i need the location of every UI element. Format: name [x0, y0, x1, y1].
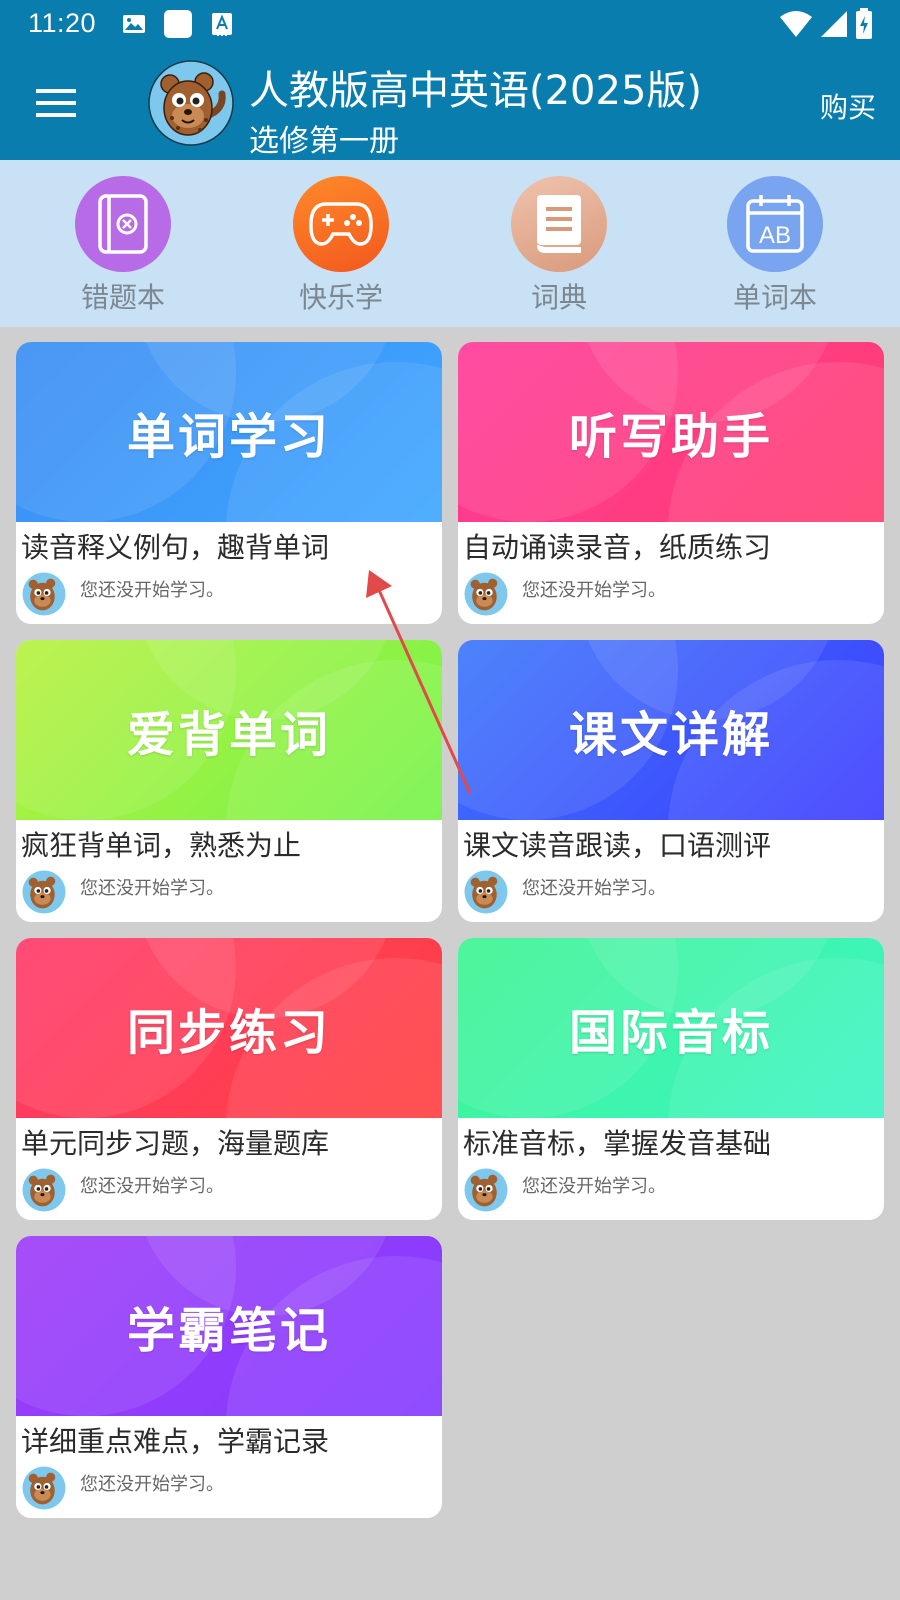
buy-button[interactable]: 购买: [820, 86, 876, 126]
module-description: 详细重点难点，学霸记录: [21, 1425, 330, 1458]
app-notification-icon: [164, 10, 192, 38]
module-description: 疯狂背单词，熟悉为止: [21, 829, 302, 862]
app-title: 人教版高中英语(2025版): [249, 68, 703, 114]
leopard-mascot-icon: [22, 1466, 66, 1510]
svg-text:AB: AB: [759, 222, 791, 249]
quick-icon-bg: AB: [727, 176, 823, 272]
quick-label: 快乐学: [298, 281, 383, 314]
quick-label: 错题本: [80, 281, 165, 314]
avatar: [464, 1168, 508, 1212]
avatar: [22, 1168, 66, 1212]
module-status: 您还没开始学习。: [522, 1176, 666, 1197]
notebook-x-icon: [98, 194, 148, 254]
app-subtitle: 选修第一册: [249, 124, 399, 159]
module-title: 课文详解: [568, 707, 773, 763]
module-description: 自动诵读录音，纸质练习: [463, 531, 772, 564]
quick-item-dictionary[interactable]: 词典: [484, 176, 634, 321]
module-title: 同步练习: [126, 1005, 331, 1061]
module-card[interactable]: 单词学习读音释义例句，趣背单词您还没开始学习。: [16, 342, 442, 624]
module-title: 学霸笔记: [126, 1303, 331, 1359]
avatar: [22, 572, 66, 616]
leopard-mascot-icon: [464, 1168, 508, 1212]
quick-item-happy-learning[interactable]: 快乐学: [266, 176, 416, 321]
module-banner: 爱背单词: [16, 640, 442, 820]
translate-notification-icon: [212, 13, 232, 36]
module-banner: 听写助手: [458, 342, 884, 522]
module-description: 读音释义例句，趣背单词: [21, 531, 330, 564]
module-title: 听写助手: [568, 409, 773, 465]
battery-charging-icon: [856, 8, 872, 39]
leopard-mascot-icon: [148, 60, 234, 146]
module-banner: 同步练习: [16, 938, 442, 1118]
quick-label: 词典: [530, 281, 587, 314]
hamburger-menu-icon: [36, 89, 76, 117]
leopard-mascot-icon: [464, 572, 508, 616]
module-banner: 课文详解: [458, 640, 884, 820]
quick-label: 单词本: [732, 281, 817, 314]
quick-item-word-book[interactable]: AB 单词本: [700, 176, 850, 321]
quick-icon-bg: [511, 176, 607, 272]
module-status: 您还没开始学习。: [522, 580, 666, 601]
leopard-mascot-icon: [22, 572, 66, 616]
module-status: 您还没开始学习。: [522, 878, 666, 899]
avatar: [464, 572, 508, 616]
quick-icon-bg: [75, 176, 171, 272]
module-banner: 单词学习: [16, 342, 442, 522]
module-card[interactable]: 爱背单词疯狂背单词，熟悉为止您还没开始学习。: [16, 640, 442, 922]
book-icon: [537, 195, 581, 253]
module-status: 您还没开始学习。: [80, 1474, 224, 1495]
module-card[interactable]: 学霸笔记详细重点难点，学霸记录您还没开始学习。: [16, 1236, 442, 1518]
module-description: 课文读音跟读，口语测评: [463, 829, 772, 862]
status-bar: 11:20: [0, 0, 900, 50]
wifi-icon: [780, 11, 812, 37]
app-logo: [148, 60, 234, 146]
module-status: 您还没开始学习。: [80, 1176, 224, 1197]
avatar: [22, 870, 66, 914]
signal-icon: [821, 11, 847, 37]
module-card[interactable]: 国际音标标准音标，掌握发音基础您还没开始学习。: [458, 938, 884, 1220]
module-description: 标准音标，掌握发音基础: [463, 1127, 772, 1160]
gamepad-icon: [309, 202, 373, 246]
quick-icon-bg: [293, 176, 389, 272]
quick-menu: 错题本 快乐学 词典 AB 单词本: [0, 160, 900, 327]
module-banner: 国际音标: [458, 938, 884, 1118]
module-status: 您还没开始学习。: [80, 878, 224, 899]
leopard-mascot-icon: [22, 1168, 66, 1212]
avatar: [464, 870, 508, 914]
calendar-ab-icon: AB: [746, 195, 804, 253]
module-card[interactable]: 同步练习单元同步习题，海量题库您还没开始学习。: [16, 938, 442, 1220]
module-title: 单词学习: [126, 409, 331, 465]
module-banner: 学霸笔记: [16, 1236, 442, 1416]
module-status: 您还没开始学习。: [80, 580, 224, 601]
leopard-mascot-icon: [464, 870, 508, 914]
menu-button[interactable]: [26, 78, 86, 128]
module-description: 单元同步习题，海量题库: [21, 1127, 330, 1160]
quick-item-mistake-book[interactable]: 错题本: [48, 176, 198, 321]
status-time: 11:20: [28, 8, 97, 38]
module-title: 国际音标: [568, 1005, 773, 1061]
avatar: [22, 1466, 66, 1510]
module-card[interactable]: 课文详解课文读音跟读，口语测评您还没开始学习。: [458, 640, 884, 922]
leopard-mascot-icon: [22, 870, 66, 914]
module-title: 爱背单词: [126, 707, 331, 763]
image-notification-icon: [123, 15, 145, 33]
app-bar: 人教版高中英语(2025版) 选修第一册 购买: [0, 50, 900, 160]
module-card[interactable]: 听写助手自动诵读录音，纸质练习您还没开始学习。: [458, 342, 884, 624]
